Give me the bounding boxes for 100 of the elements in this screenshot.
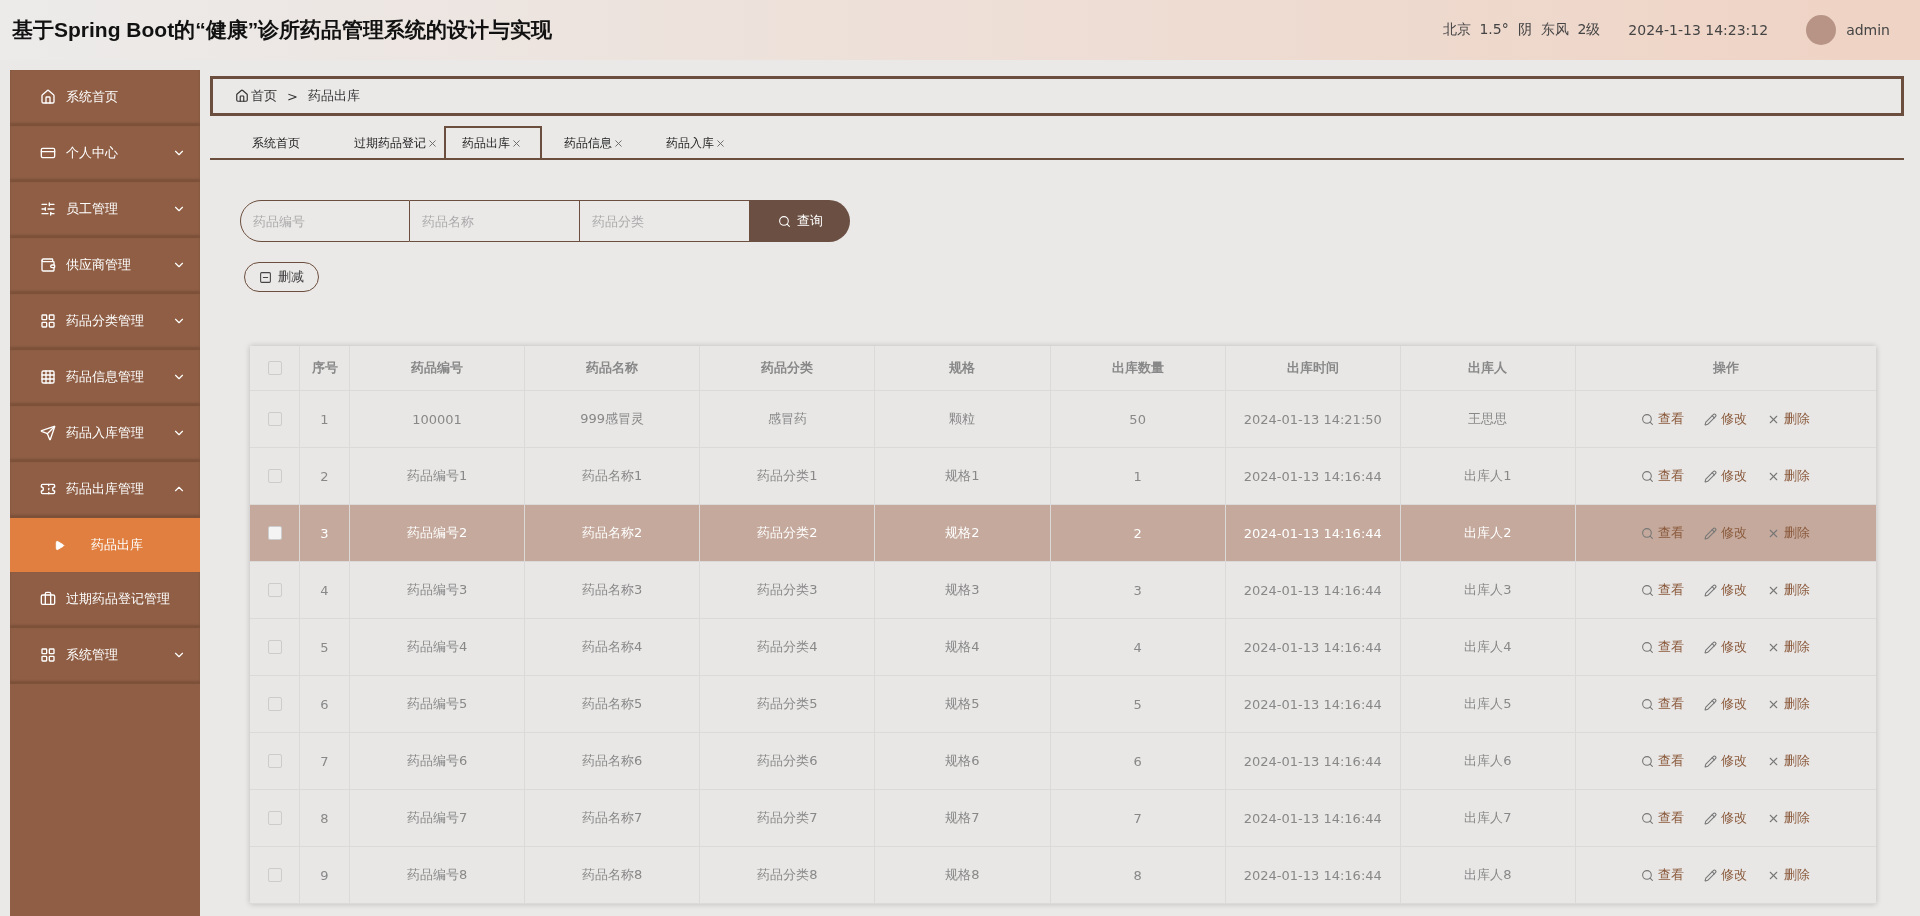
edit-link[interactable]: 修改 — [1704, 524, 1748, 542]
user-name[interactable]: admin — [1846, 22, 1890, 38]
search-icon — [1641, 412, 1655, 426]
table-cell: 药品分类3 — [700, 562, 876, 618]
view-link[interactable]: 查看 — [1641, 410, 1685, 428]
table-cell: 药品名称1 — [525, 448, 701, 504]
view-link[interactable]: 查看 — [1641, 752, 1685, 770]
card-icon — [40, 145, 56, 161]
table-cell: 药品名称6 — [525, 733, 701, 789]
breadcrumb-home[interactable]: 首页 — [235, 87, 277, 105]
search-icon — [1641, 811, 1655, 825]
sidebar-item[interactable]: 系统管理 — [10, 628, 200, 684]
table-cell: 50 — [1050, 391, 1226, 447]
checkbox[interactable] — [267, 811, 282, 825]
edit-link[interactable]: 修改 — [1704, 638, 1748, 656]
sidebar-item[interactable]: 系统首页 — [10, 70, 200, 126]
sidebar-item[interactable]: 药品入库管理 — [10, 406, 200, 462]
search-icon — [1641, 469, 1655, 483]
table-cell: 2024-01-13 14:16:44 — [1225, 676, 1401, 732]
table-cell: 出库人1 — [1400, 448, 1576, 504]
sidebar-item[interactable]: 过期药品登记管理 — [10, 572, 200, 628]
table-cell: 出库人8 — [1400, 847, 1576, 903]
table-cell: 规格4 — [875, 619, 1051, 675]
delete-link[interactable]: 删除 — [1767, 638, 1811, 656]
checkbox[interactable] — [267, 526, 282, 540]
table-cell: 规格2 — [875, 505, 1051, 561]
pencil-icon — [1704, 526, 1718, 540]
checkbox[interactable] — [267, 640, 282, 654]
sidebar-item[interactable]: 供应商管理 — [10, 238, 200, 294]
view-link[interactable]: 查看 — [1641, 524, 1685, 542]
table-cell: 8 — [1050, 847, 1226, 903]
search-field[interactable]: 药品分类 — [580, 200, 750, 242]
paper-plane-icon — [40, 425, 56, 441]
column-header: 出库人 — [1400, 346, 1576, 390]
pencil-icon — [1704, 412, 1718, 426]
sidebar-item[interactable]: 个人中心 — [10, 126, 200, 182]
table-cell: 规格5 — [875, 676, 1051, 732]
table-cell: 药品编号4 — [350, 619, 526, 675]
view-link[interactable]: 查看 — [1641, 581, 1685, 599]
view-link[interactable]: 查看 — [1641, 695, 1685, 713]
search-field[interactable]: 药品编号 — [240, 200, 410, 242]
wallet-icon — [40, 257, 56, 273]
close-icon[interactable] — [511, 137, 522, 149]
view-link[interactable]: 查看 — [1641, 809, 1685, 827]
tab[interactable]: 系统首页 — [230, 126, 332, 158]
checkbox[interactable] — [267, 583, 282, 597]
sidebar-subitem[interactable]: 药品出库 — [10, 518, 200, 572]
edit-link[interactable]: 修改 — [1704, 410, 1748, 428]
table-cell: 规格1 — [875, 448, 1051, 504]
edit-link[interactable]: 修改 — [1704, 809, 1748, 827]
tab[interactable]: 药品出库 — [444, 126, 542, 158]
delete-link[interactable]: 删除 — [1767, 752, 1811, 770]
table-cell: 药品编号7 — [350, 790, 526, 846]
delete-link[interactable]: 删除 — [1767, 467, 1811, 485]
delete-link[interactable]: 删除 — [1767, 809, 1811, 827]
view-link[interactable]: 查看 — [1641, 467, 1685, 485]
edit-link[interactable]: 修改 — [1704, 467, 1748, 485]
grid-icon — [40, 369, 56, 385]
close-icon[interactable] — [427, 137, 438, 149]
home-icon — [235, 89, 249, 103]
search-icon — [1641, 754, 1655, 768]
edit-link[interactable]: 修改 — [1704, 581, 1748, 599]
tab[interactable]: 药品信息 — [542, 126, 644, 158]
search-field[interactable]: 药品名称 — [410, 200, 580, 242]
delete-link[interactable]: 删除 — [1767, 410, 1811, 428]
tab[interactable]: 药品入库 — [644, 126, 746, 158]
table-cell: 2024-01-13 14:16:44 — [1225, 733, 1401, 789]
checkbox[interactable] — [267, 469, 282, 483]
table-cell: 出库人6 — [1400, 733, 1576, 789]
close-icon[interactable] — [715, 137, 726, 149]
table-cell: 出库人7 — [1400, 790, 1576, 846]
table-cell: 2024-01-13 14:21:50 — [1225, 391, 1401, 447]
search-icon — [777, 214, 791, 228]
column-header: 规格 — [875, 346, 1051, 390]
checkbox[interactable] — [267, 697, 282, 711]
checkbox[interactable] — [267, 868, 282, 882]
search-button[interactable]: 查询 — [750, 200, 850, 242]
delete-link[interactable]: 删除 — [1767, 695, 1811, 713]
delete-link[interactable]: 删除 — [1767, 866, 1811, 884]
avatar[interactable] — [1806, 15, 1837, 45]
checkbox[interactable] — [267, 754, 282, 768]
delete-link[interactable]: 删除 — [1767, 524, 1811, 542]
play-icon — [54, 539, 65, 551]
tab[interactable]: 过期药品登记 — [332, 126, 444, 158]
view-link[interactable]: 查看 — [1641, 866, 1685, 884]
view-link[interactable]: 查看 — [1641, 638, 1685, 656]
delete-link[interactable]: 删除 — [1767, 581, 1811, 599]
app-title: 基于Spring Boot的“健康”诊所药品管理系统的设计与实现 — [12, 17, 554, 43]
close-icon[interactable] — [613, 137, 624, 149]
sidebar-item[interactable]: 药品信息管理 — [10, 350, 200, 406]
search-icon — [1641, 697, 1655, 711]
column-header: 药品分类 — [700, 346, 876, 390]
sidebar-item[interactable]: 员工管理 — [10, 182, 200, 238]
checkbox[interactable] — [267, 361, 282, 375]
pencil-icon — [1704, 811, 1718, 825]
edit-link[interactable]: 修改 — [1704, 695, 1748, 713]
edit-link[interactable]: 修改 — [1704, 866, 1748, 884]
checkbox[interactable] — [267, 412, 282, 426]
sidebar-item[interactable]: 药品分类管理 — [10, 294, 200, 350]
edit-link[interactable]: 修改 — [1704, 752, 1748, 770]
